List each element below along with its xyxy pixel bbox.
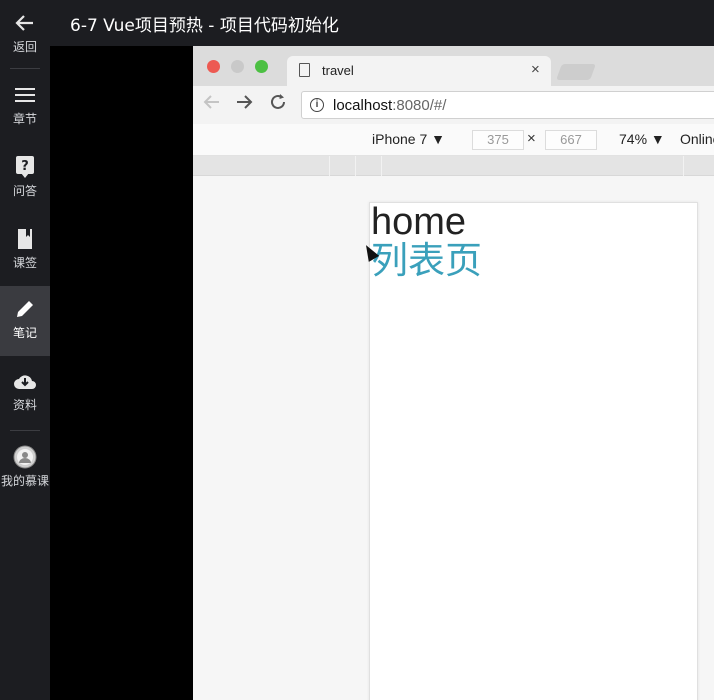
zoom-select[interactable]: 74% ▼ — [619, 131, 665, 147]
forward-arrow-icon[interactable] — [235, 93, 253, 117]
avatar-icon — [0, 445, 50, 469]
ruler-tick — [329, 156, 330, 176]
browser-tab[interactable]: travel × — [287, 56, 551, 86]
sidebar-item-label: 我的慕课 — [0, 474, 49, 488]
divider — [10, 68, 40, 69]
sidebar-item-materials[interactable]: 资料 — [0, 358, 50, 428]
url-path: :8080/#/ — [392, 97, 447, 114]
ruler-tick — [355, 156, 356, 176]
cloud-download-icon — [0, 370, 50, 392]
dimension-separator: × — [527, 130, 536, 147]
document-icon — [299, 63, 310, 77]
menu-icon — [0, 84, 50, 106]
bookmark-icon — [0, 228, 50, 250]
home-text: home — [371, 201, 467, 243]
ruler-tick — [381, 156, 382, 176]
minimize-window-button[interactable] — [231, 60, 244, 73]
list-page-link[interactable]: 列表页 — [371, 239, 482, 283]
tab-strip: travel × — [193, 46, 714, 86]
throttle-select[interactable]: Online — [680, 131, 714, 147]
maximize-window-button[interactable] — [255, 60, 268, 73]
sidebar-item-label: 笔记 — [12, 326, 37, 340]
url-host: localhost — [333, 97, 393, 114]
reload-icon[interactable] — [269, 93, 287, 117]
page-title: 6-7 Vue项目预热 - 项目代码初始化 — [70, 16, 339, 36]
sidebar: 返回 章节 ? 问答 课签 笔记 资料 我的慕课 — [0, 0, 50, 700]
url-text: localhost:8080/#/ — [333, 97, 446, 114]
sidebar-item-chapters[interactable]: 章节 — [0, 72, 50, 142]
tab-close-button[interactable]: × — [531, 61, 540, 78]
new-tab-button[interactable] — [556, 64, 596, 80]
sidebar-item-label: 返回 — [12, 40, 37, 54]
ruler-tick — [683, 156, 684, 176]
browser-toolbar: i localhost:8080/#/ — [193, 86, 714, 124]
sidebar-item-label: 资料 — [12, 398, 37, 412]
close-window-button[interactable] — [207, 60, 220, 73]
back-arrow-icon — [0, 12, 50, 34]
device-screen: home 列表页 — [369, 201, 698, 700]
sidebar-item-label: 章节 — [12, 112, 37, 126]
pencil-icon — [0, 298, 50, 320]
browser-window: travel × i localhost:8080/#/ iPhone 7 ▼ … — [193, 46, 714, 700]
info-icon[interactable]: i — [310, 98, 324, 112]
sidebar-item-my-courses[interactable]: 我的慕课 — [0, 434, 50, 504]
sidebar-item-bookmarks[interactable]: 课签 — [0, 216, 50, 286]
back-arrow-icon[interactable] — [203, 93, 221, 117]
title-bar: 6-7 Vue项目预热 - 项目代码初始化 — [50, 0, 714, 46]
svg-text:?: ? — [21, 159, 29, 174]
sidebar-item-notes[interactable]: 笔记 — [0, 286, 50, 356]
sidebar-item-label: 问答 — [12, 184, 37, 198]
sidebar-item-qa[interactable]: ? 问答 — [0, 144, 50, 214]
width-input[interactable]: 375 — [472, 130, 524, 150]
device-toolbar: iPhone 7 ▼ 375 × 667 74% ▼ Online — [193, 124, 714, 156]
sidebar-item-back[interactable]: 返回 — [0, 0, 50, 70]
media-query-bar[interactable] — [193, 156, 714, 176]
height-input[interactable]: 667 — [545, 130, 597, 150]
emulated-viewport: home 列表页 — [193, 176, 714, 700]
address-bar[interactable]: i localhost:8080/#/ — [301, 91, 714, 119]
divider — [10, 430, 40, 431]
tab-title: travel — [322, 63, 354, 78]
question-icon: ? — [0, 156, 50, 178]
device-select[interactable]: iPhone 7 ▼ — [372, 131, 445, 147]
sidebar-item-label: 课签 — [12, 256, 37, 270]
